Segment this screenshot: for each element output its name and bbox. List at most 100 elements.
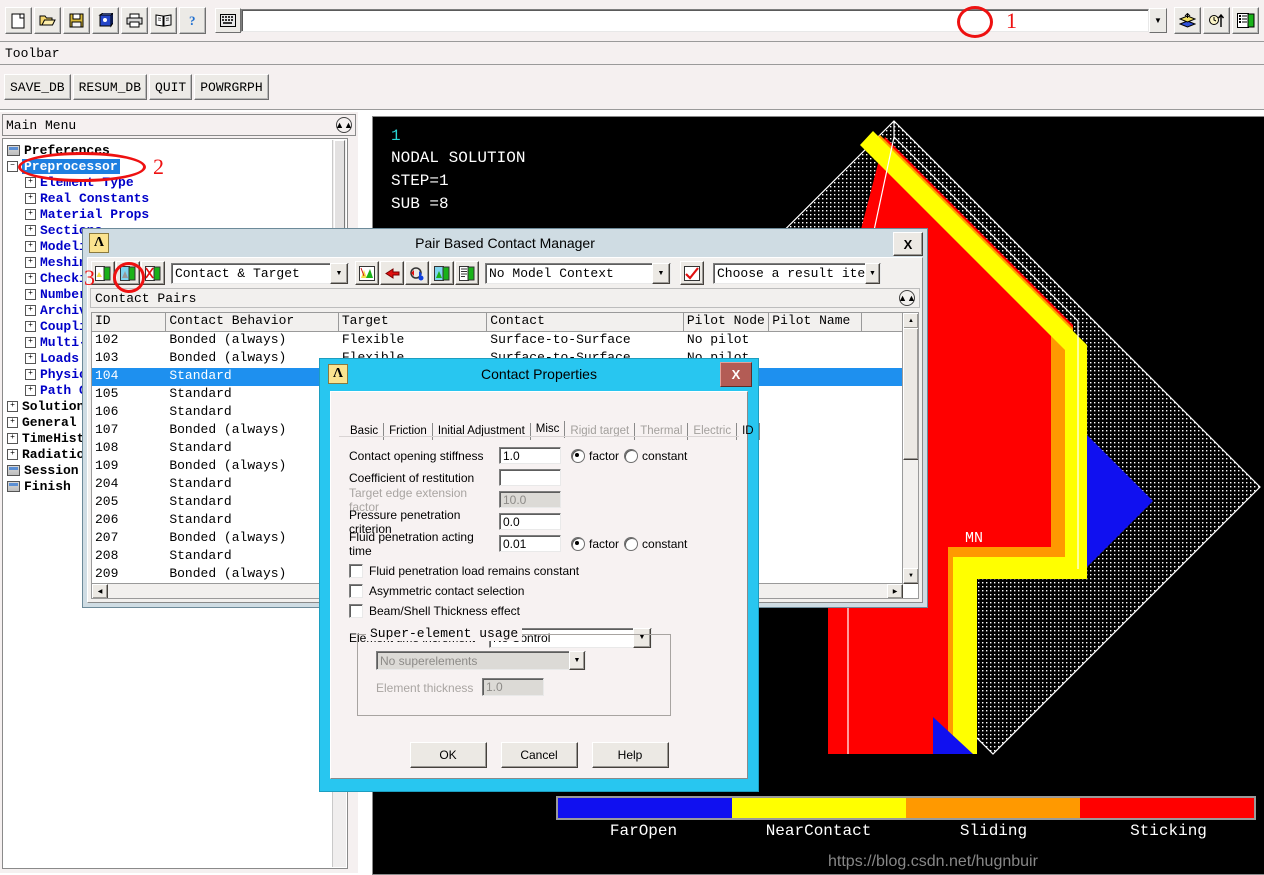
radio-factor-icon[interactable] bbox=[571, 537, 585, 551]
tree-item-material-props[interactable]: +Material Props bbox=[3, 206, 347, 222]
expand-plus-icon[interactable]: + bbox=[25, 177, 36, 188]
table-row[interactable]: 102Bonded (always)FlexibleSurface-to-Sur… bbox=[92, 332, 918, 350]
expand-plus-icon[interactable]: + bbox=[25, 257, 36, 268]
expand-plus-icon[interactable]: + bbox=[25, 337, 36, 348]
col-header-id[interactable]: ID bbox=[92, 313, 166, 331]
collapse-minus-icon[interactable]: − bbox=[7, 161, 18, 172]
tree-item-element-type[interactable]: +Element Type bbox=[3, 174, 347, 190]
abbr-powrgrph-button[interactable]: POWRGRPH bbox=[194, 74, 268, 100]
pressure-penetration-criterion-input[interactable] bbox=[499, 513, 561, 530]
expand-plus-icon[interactable]: + bbox=[25, 241, 36, 252]
radio-option-constant[interactable]: constant bbox=[624, 449, 687, 463]
grid-vertical-scrollbar[interactable]: ▲ ▼ bbox=[902, 313, 918, 584]
abbr-save-db-button[interactable]: SAVE_DB bbox=[4, 74, 71, 100]
scroll-down-icon[interactable]: ▼ bbox=[903, 568, 919, 584]
tab-id[interactable]: ID bbox=[737, 423, 760, 440]
cprops-titlebar[interactable]: Λ Contact Properties X bbox=[320, 359, 758, 389]
coefficient-of-restitution-input[interactable] bbox=[499, 469, 561, 486]
expand-plus-icon[interactable]: + bbox=[25, 193, 36, 204]
tree-leaf-icon[interactable] bbox=[7, 481, 20, 492]
print-icon[interactable] bbox=[121, 7, 148, 34]
keyboard-icon[interactable] bbox=[215, 8, 241, 33]
contact-manager-icon[interactable] bbox=[1232, 7, 1259, 34]
super-element-select[interactable]: No superelements ▼ bbox=[376, 651, 586, 670]
chevron-down-icon[interactable]: ▼ bbox=[569, 651, 585, 670]
abbr-quit-button[interactable]: QUIT bbox=[149, 74, 192, 100]
ok-button[interactable]: OK bbox=[410, 742, 487, 768]
col-header-pilot-node[interactable]: Pilot Node bbox=[684, 313, 769, 331]
radio-option-factor[interactable]: factor bbox=[571, 449, 619, 463]
tree-item-real-constants[interactable]: +Real Constants bbox=[3, 190, 347, 206]
expand-plus-icon[interactable]: + bbox=[25, 273, 36, 284]
checkbox-icon[interactable] bbox=[349, 584, 363, 598]
contact-details-icon[interactable] bbox=[455, 261, 479, 285]
radio-option-factor[interactable]: factor bbox=[571, 537, 619, 551]
expand-plus-icon[interactable]: + bbox=[7, 449, 18, 460]
show-normals-icon[interactable] bbox=[430, 261, 454, 285]
expand-plus-icon[interactable]: + bbox=[25, 385, 36, 396]
save-icon[interactable] bbox=[63, 7, 90, 34]
scroll-up-icon[interactable]: ▲ bbox=[903, 313, 919, 329]
open-folder-icon[interactable] bbox=[34, 7, 61, 34]
swap-contact-target-icon[interactable] bbox=[405, 261, 429, 285]
col-header-target[interactable]: Target bbox=[339, 313, 487, 331]
tree-item-preprocessor[interactable]: −Preprocessor bbox=[3, 158, 347, 174]
grid-vscroll-thumb[interactable] bbox=[903, 328, 919, 460]
checkbox-row[interactable]: Beam/Shell Thickness effect bbox=[349, 601, 739, 621]
result-item-select[interactable]: Choose a result item ▼ bbox=[713, 263, 881, 284]
tree-leaf-icon[interactable] bbox=[7, 465, 20, 476]
checkbox-icon[interactable] bbox=[349, 604, 363, 618]
contact-opening-stiffness-input[interactable] bbox=[499, 447, 561, 464]
radio-factor-icon[interactable] bbox=[571, 449, 585, 463]
define-contact-pair-icon[interactable] bbox=[91, 261, 115, 285]
expand-plus-icon[interactable]: + bbox=[25, 353, 36, 364]
radio-constant-icon[interactable] bbox=[624, 449, 638, 463]
expand-plus-icon[interactable]: + bbox=[7, 433, 18, 444]
expand-plus-icon[interactable]: + bbox=[7, 417, 18, 428]
expand-plus-icon[interactable]: + bbox=[25, 305, 36, 316]
raise-hidden-icon[interactable] bbox=[1174, 7, 1201, 34]
element-thickness-input[interactable] bbox=[482, 678, 544, 696]
expand-plus-icon[interactable]: + bbox=[25, 369, 36, 380]
edit-contact-pair-icon[interactable] bbox=[116, 261, 140, 285]
col-header-contact[interactable]: Contact bbox=[487, 313, 684, 331]
command-input[interactable] bbox=[241, 9, 1149, 32]
check-contact-status-icon[interactable] bbox=[680, 261, 704, 285]
scroll-right-icon[interactable]: ▶ bbox=[887, 584, 903, 599]
model-context-select[interactable]: No Model Context ▼ bbox=[485, 263, 671, 284]
collapse-chevron-icon[interactable]: ▲▲ bbox=[899, 290, 915, 306]
collapse-chevron-icon[interactable]: ▲▲ bbox=[336, 117, 352, 133]
checkbox-row[interactable]: Asymmetric contact selection bbox=[349, 581, 739, 601]
radio-option-constant[interactable]: constant bbox=[624, 537, 687, 551]
command-history-dropdown-icon[interactable]: ▼ bbox=[1149, 8, 1167, 33]
cancel-button[interactable]: Cancel bbox=[501, 742, 578, 768]
col-header-pilot-name[interactable]: Pilot Name bbox=[769, 313, 862, 331]
fluid-penetration-acting-time-input[interactable] bbox=[499, 535, 561, 552]
chevron-down-icon[interactable]: ▼ bbox=[865, 263, 880, 284]
expand-plus-icon[interactable]: + bbox=[25, 289, 36, 300]
help-icon[interactable]: ? bbox=[179, 7, 206, 34]
chevron-down-icon[interactable]: ▼ bbox=[652, 263, 670, 284]
pbcm-close-button[interactable]: X bbox=[893, 232, 923, 256]
delete-contact-pair-icon[interactable] bbox=[141, 261, 165, 285]
checkbox-icon[interactable] bbox=[349, 564, 363, 578]
expand-plus-icon[interactable]: + bbox=[7, 401, 18, 412]
scroll-left-icon[interactable]: ◀ bbox=[92, 584, 108, 599]
list-contact-pair-icon[interactable] bbox=[355, 261, 379, 285]
new-file-icon[interactable] bbox=[5, 7, 32, 34]
flip-contact-normals-icon[interactable] bbox=[380, 261, 404, 285]
col-header-behavior[interactable]: Contact Behavior bbox=[166, 313, 338, 331]
contact-target-select[interactable]: Contact & Target ▼ bbox=[171, 263, 349, 284]
expand-plus-icon[interactable]: + bbox=[25, 321, 36, 332]
contact-properties-dialog[interactable]: Λ Contact Properties X BasicFrictionInit… bbox=[319, 358, 759, 792]
checkbox-row[interactable]: Fluid penetration load remains constant bbox=[349, 561, 739, 581]
expand-plus-icon[interactable]: + bbox=[25, 209, 36, 220]
reset-picking-icon[interactable] bbox=[1203, 7, 1230, 34]
radio-constant-icon[interactable] bbox=[624, 537, 638, 551]
resume-icon[interactable] bbox=[92, 7, 119, 34]
cprops-close-button[interactable]: X bbox=[720, 362, 752, 387]
report-icon[interactable] bbox=[150, 7, 177, 34]
help-button[interactable]: Help bbox=[592, 742, 669, 768]
tree-leaf-icon[interactable] bbox=[7, 145, 20, 156]
expand-plus-icon[interactable]: + bbox=[25, 225, 36, 236]
